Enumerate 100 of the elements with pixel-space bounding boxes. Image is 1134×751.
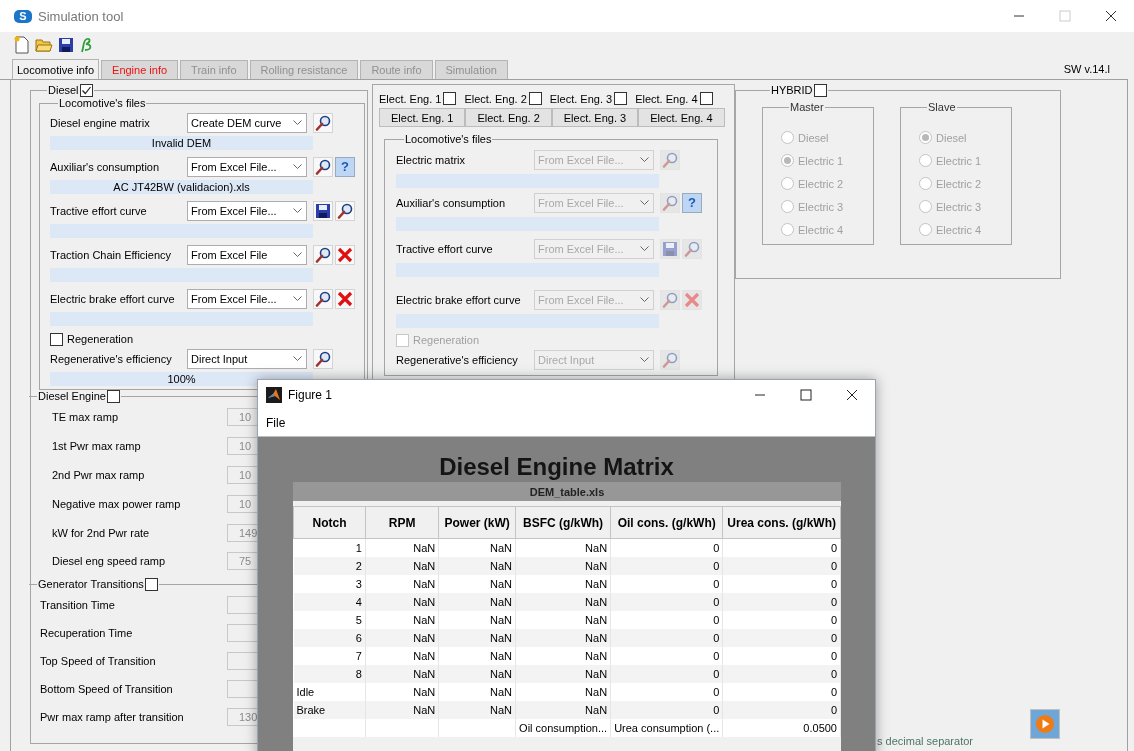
input-field[interactable]: 10 — [227, 437, 257, 456]
delete-icon — [337, 246, 353, 263]
parameter-label: 1st Pwr max ramp — [52, 440, 142, 453]
group-title: Locomotive's files — [59, 97, 146, 110]
group-title: Master — [790, 101, 824, 114]
save-button[interactable] — [313, 200, 333, 221]
checkbox[interactable] — [443, 92, 457, 105]
radio-button[interactable] — [919, 131, 932, 144]
parameter-label: kW for 2nd Pwr rate — [52, 526, 151, 539]
search-icon — [315, 290, 331, 307]
group-title: Diesel Engine — [38, 390, 106, 403]
save-icon[interactable] — [58, 37, 74, 53]
column-header: Oil cons. (g/kWh) — [610, 506, 723, 539]
search-icon — [662, 351, 678, 368]
radio-label: Electric 2 — [936, 177, 982, 190]
new-file-icon[interactable] — [14, 36, 30, 54]
radio-button[interactable] — [781, 177, 794, 190]
close-icon[interactable] — [1105, 10, 1117, 22]
search-button[interactable] — [313, 348, 333, 369]
input-field[interactable]: 75 — [227, 552, 257, 571]
file-status-text: Invalid DEM — [151, 137, 212, 149]
version-label: SW v.14.l — [1063, 62, 1111, 75]
tab[interactable]: Locomotive info — [12, 59, 100, 79]
radio-button[interactable] — [919, 223, 932, 236]
engine-tab[interactable]: Elect. Eng. 1 — [379, 108, 466, 127]
source-dropdown[interactable]: Direct Input — [187, 348, 307, 369]
search-icon — [315, 350, 331, 367]
input-field[interactable] — [227, 651, 257, 670]
input-field[interactable]: 10 — [227, 494, 257, 513]
search-button[interactable] — [313, 112, 333, 133]
input-field[interactable] — [227, 623, 257, 642]
input-field[interactable] — [227, 679, 257, 698]
radio-button[interactable] — [919, 154, 932, 167]
checkbox[interactable] — [813, 84, 827, 97]
radio-button[interactable] — [781, 223, 794, 236]
delete-button[interactable] — [335, 288, 355, 309]
checkbox-label: Elect. Eng. 2 — [464, 92, 527, 105]
table-caption: DEM_table.xls — [293, 482, 841, 501]
radio-label: Electric 4 — [936, 223, 982, 236]
field-label: Traction Chain Efficiency — [50, 248, 173, 261]
engine-tab[interactable]: Elect. Eng. 4 — [638, 108, 725, 127]
checkbox[interactable] — [614, 92, 628, 105]
engine-tab[interactable]: Elect. Eng. 3 — [551, 108, 639, 127]
maximize-icon[interactable] — [800, 389, 812, 401]
chevron-down-icon — [640, 156, 649, 163]
input-field[interactable]: 10 — [227, 466, 257, 484]
radio-label: Diesel — [936, 131, 967, 144]
close-icon[interactable] — [846, 389, 858, 401]
checkbox[interactable] — [106, 390, 120, 403]
search-button[interactable] — [313, 244, 333, 265]
source-dropdown[interactable]: From Excel File... — [187, 288, 307, 309]
source-dropdown[interactable]: Create DEM curve — [187, 112, 307, 133]
radio-label: Electric 3 — [798, 200, 844, 213]
group-title: Slave — [928, 101, 956, 114]
field-label: Diesel engine matrix — [50, 116, 151, 129]
search-icon — [684, 240, 700, 257]
group-title: Diesel — [48, 84, 79, 97]
menu-item[interactable]: File — [266, 416, 286, 430]
play-icon — [1035, 714, 1055, 734]
file-status-text: 100% — [167, 373, 196, 385]
chevron-down-icon — [640, 245, 649, 252]
parameter-label: Pwr max ramp after transition — [40, 710, 185, 723]
figure-heading: Diesel Engine Matrix — [438, 452, 675, 482]
checkbox[interactable] — [79, 84, 93, 97]
search-icon — [337, 202, 353, 219]
search-button[interactable] — [313, 156, 333, 177]
radio-button[interactable] — [919, 177, 932, 190]
input-field[interactable]: 130 — [227, 707, 257, 726]
parameter-label: Bottom Speed of Transition — [40, 682, 174, 695]
radio-button[interactable] — [781, 154, 794, 167]
tab[interactable]: Engine info — [101, 60, 179, 79]
source-dropdown[interactable]: From Excel File... — [187, 156, 307, 177]
radio-button[interactable] — [781, 200, 794, 213]
search-button[interactable] — [313, 288, 333, 309]
input-field[interactable]: 10 — [227, 408, 257, 427]
input-field[interactable] — [227, 595, 257, 614]
delete-icon — [337, 290, 353, 307]
source-dropdown[interactable]: From Excel File — [187, 244, 307, 265]
radio-button[interactable] — [919, 200, 932, 213]
window-title: Simulation tool — [38, 8, 124, 24]
engine-tab[interactable]: Elect. Eng. 2 — [465, 108, 552, 127]
field-label: Electric brake effort curve — [50, 292, 176, 305]
checkbox[interactable] — [699, 92, 713, 105]
open-folder-icon[interactable] — [35, 37, 53, 53]
column-header: RPM — [365, 506, 439, 539]
checkbox[interactable] — [528, 92, 542, 105]
search-icon — [662, 194, 678, 211]
help-button[interactable]: ? — [335, 156, 355, 177]
source-dropdown[interactable]: From Excel File... — [187, 200, 307, 221]
search-button[interactable] — [335, 200, 355, 221]
save-icon — [315, 202, 331, 219]
checkbox[interactable] — [50, 332, 63, 346]
input-field[interactable]: 149 — [227, 523, 257, 542]
run-button[interactable] — [1030, 709, 1060, 739]
checkbox-label: Elect. Eng. 3 — [549, 92, 613, 105]
delete-button[interactable] — [335, 244, 355, 265]
radio-button[interactable] — [781, 131, 794, 144]
group-title: Generator Transitions — [38, 577, 144, 591]
checkbox[interactable] — [144, 577, 158, 591]
search-icon — [315, 158, 331, 175]
